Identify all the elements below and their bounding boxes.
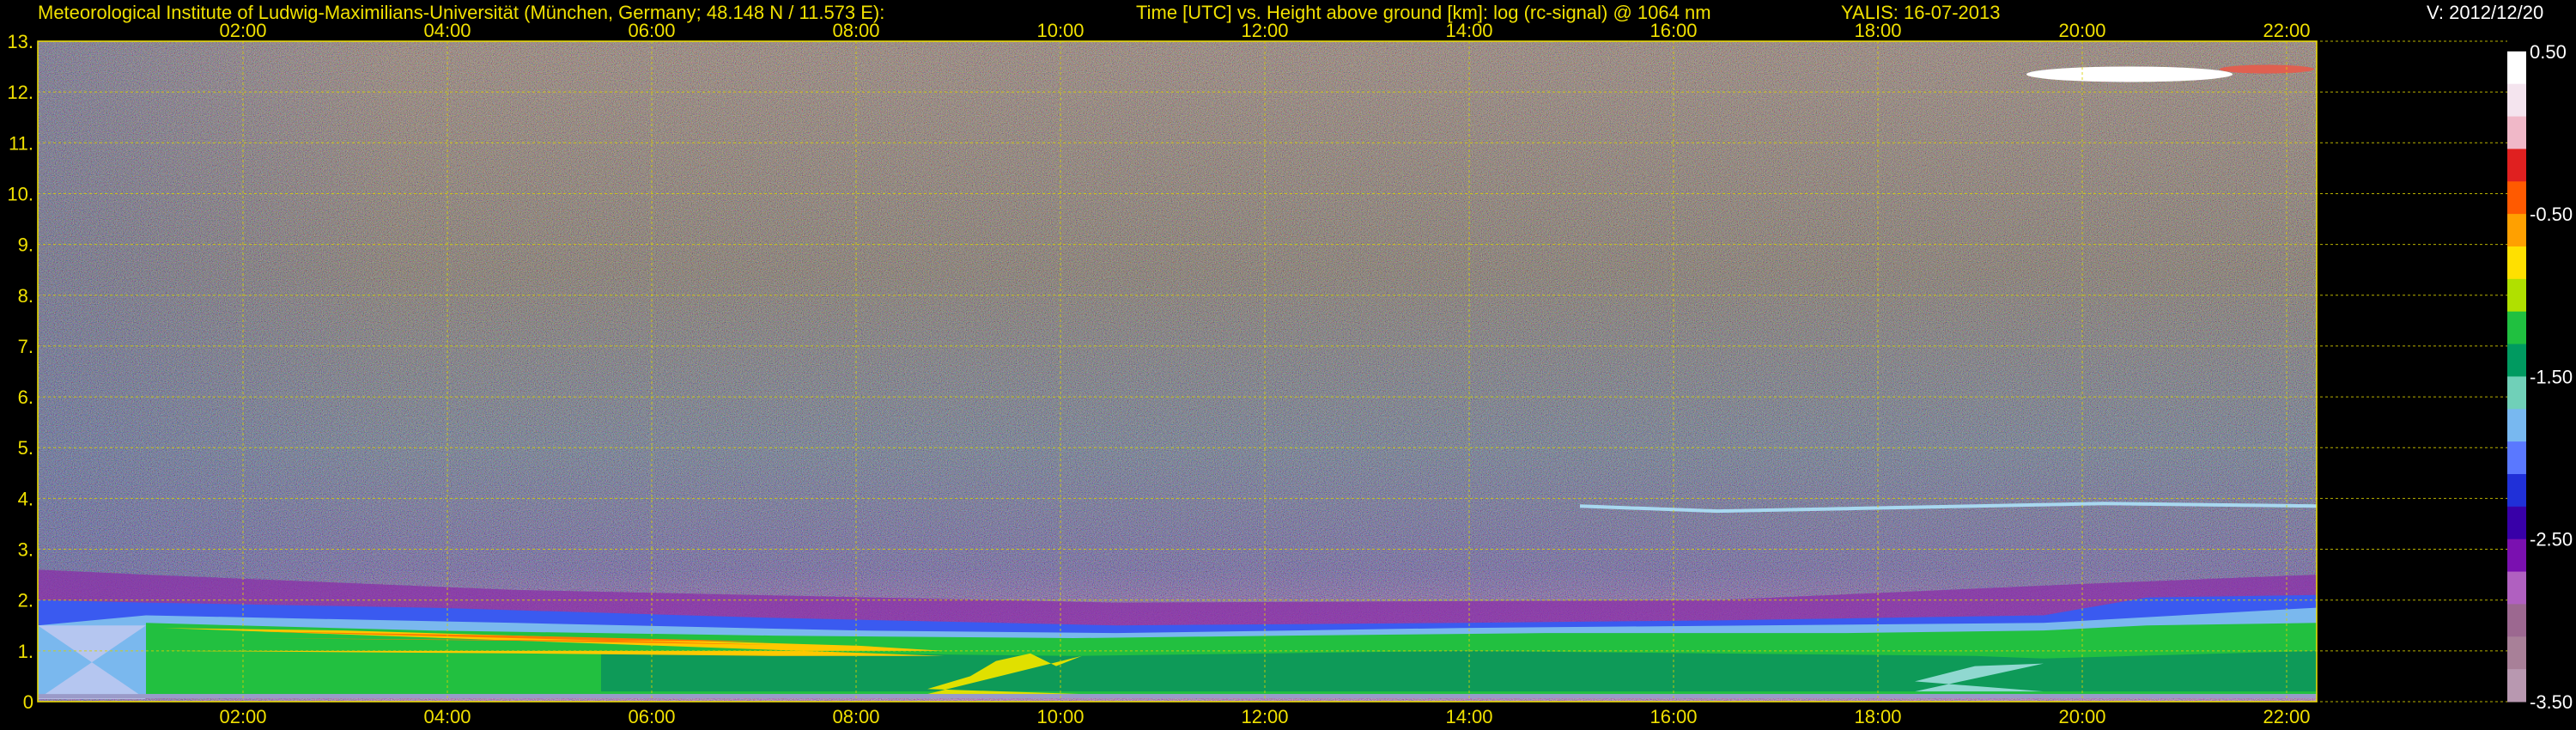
y-tick-label: 0 [23, 691, 33, 713]
x-tick-label-bottom: 08:00 [832, 706, 879, 727]
surface-line [38, 694, 2317, 699]
colorbar-segment [2507, 83, 2526, 118]
y-tick-label: 3. [18, 539, 33, 561]
y-tick-label: 2. [18, 590, 33, 611]
y-tick-label: 4. [18, 488, 33, 509]
x-tick-label-bottom: 06:00 [628, 706, 675, 727]
colorbar-segment [2507, 636, 2526, 670]
colorbar-tick-label: -0.50 [2530, 204, 2573, 225]
x-tick-label-top: 10:00 [1036, 20, 1084, 41]
colorbar-segment [2507, 246, 2526, 280]
x-tick-label-top: 08:00 [832, 20, 879, 41]
x-tick-label-top: 02:00 [219, 20, 266, 41]
y-tick-label: 9. [18, 234, 33, 256]
colorbar: 0.50 -0.50 -1.50 -2.50 -3.50 [2507, 41, 2573, 713]
x-tick-label-top: 14:00 [1445, 20, 1492, 41]
lidar-chart: 0 1. 2. 3. 4. 5. 6. 7. 8. 9. 10. 11. 12. 13. 02:00 02:0… [7, 20, 2573, 727]
colorbar-segment [2507, 669, 2526, 703]
plot-area [38, 41, 2318, 702]
colorbar-segment [2507, 473, 2526, 508]
x-tick-label-top: 16:00 [1649, 20, 1697, 41]
colorbar-segment [2507, 376, 2526, 410]
y-tick-label: 7. [18, 336, 33, 357]
colorbar-segment [2507, 506, 2526, 540]
colorbar-segment [2507, 409, 2526, 442]
x-tick-label-bottom: 12:00 [1241, 706, 1288, 727]
y-tick-label: 8. [18, 285, 33, 307]
colorbar-tick-label: -2.50 [2530, 529, 2573, 551]
x-tick-label-bottom: 20:00 [2058, 706, 2105, 727]
colorbar-segment [2507, 441, 2526, 475]
y-tick-label: 10. [7, 183, 33, 204]
colorbar-segment [2507, 344, 2526, 377]
high-cloud [2026, 66, 2233, 82]
x-tick-label-top: 18:00 [1854, 20, 1901, 41]
x-tick-label-bottom: 22:00 [2263, 706, 2310, 727]
x-tick-label-bottom: 04:00 [423, 706, 471, 727]
colorbar-segment [2507, 571, 2526, 605]
y-tick-label: 12. [7, 82, 33, 103]
x-tick-label-top: 12:00 [1241, 20, 1288, 41]
colorbar-segment [2507, 311, 2526, 345]
x-tick-label-bottom: 10:00 [1036, 706, 1084, 727]
x-tick-label-top: 06:00 [628, 20, 675, 41]
colorbar-segment [2507, 51, 2526, 85]
colorbar-segment [2507, 181, 2526, 215]
y-tick-label: 6. [18, 386, 33, 408]
y-tick-label: 5. [18, 437, 33, 459]
colorbar-segment [2507, 149, 2526, 182]
y-tick-label: 1. [18, 641, 33, 662]
colorbar-tick-label: -1.50 [2530, 366, 2573, 387]
x-tick-label-bottom: 14:00 [1445, 706, 1492, 727]
x-tick-label-bottom: 16:00 [1649, 706, 1697, 727]
y-tick-label: 13. [7, 31, 33, 52]
x-tick-label-bottom: 18:00 [1854, 706, 1901, 727]
x-tick-label-top: 20:00 [2058, 20, 2105, 41]
colorbar-segment [2507, 214, 2526, 247]
x-tick-label-top: 22:00 [2263, 20, 2310, 41]
colorbar-segment [2507, 538, 2526, 573]
colorbar-segment [2507, 604, 2526, 637]
colorbar-tick-label: 0.50 [2530, 41, 2567, 63]
colorbar-tick-label: -3.50 [2530, 691, 2573, 713]
x-tick-label-bottom: 02:00 [219, 706, 266, 727]
y-tick-label: 11. [9, 132, 33, 154]
colorbar-segment [2507, 278, 2526, 313]
colorbar-segment [2507, 116, 2526, 149]
high-cloud-edge [2220, 64, 2314, 74]
x-tick-label-top: 04:00 [423, 20, 471, 41]
